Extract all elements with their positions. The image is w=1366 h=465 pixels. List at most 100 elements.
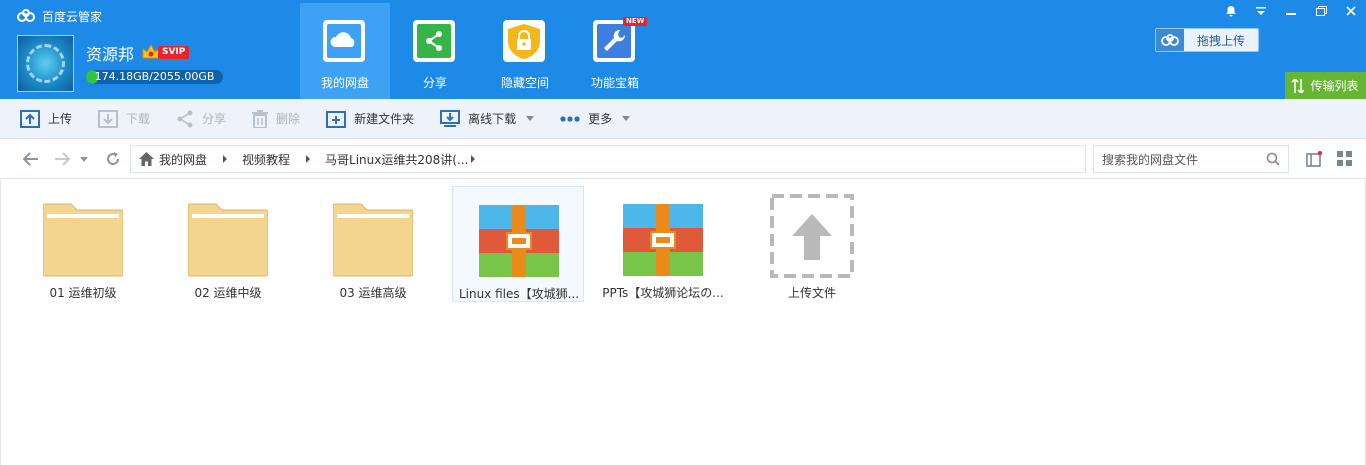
username[interactable]: 资源邦 [86,41,134,65]
grid-view-icon[interactable] [1337,151,1352,166]
breadcrumb-label: 我的网盘 [159,152,208,167]
svip-label: SVIP [158,45,190,59]
app-title: 百度云管家 [42,9,103,24]
breadcrumb-item-current[interactable]: 马哥Linux运维共208讲(... [325,151,476,168]
tab-my-drive[interactable]: 我的网盘 [300,3,390,99]
menu-button[interactable] [1246,0,1276,22]
offline-download-icon [440,109,461,127]
transfer-list-label: 传输列表 [1310,79,1359,93]
vip-badge[interactable]: SVIP [141,43,190,61]
breadcrumb: 我的网盘 视频教程 马哥Linux运维共208讲(... [130,145,1086,173]
search-input[interactable]: 搜索我的网盘文件 [1093,145,1289,173]
breadcrumb-separator[interactable] [306,155,311,163]
new-folder-button[interactable]: 新建文件夹 [326,99,414,139]
upload-arrow-icon [770,194,854,278]
restore-icon [1315,6,1327,16]
cloud-upload-icon [1161,34,1179,46]
folder-icon [188,203,268,277]
chevron-down-icon [622,116,631,121]
lock-icon [503,20,545,62]
share-button[interactable]: 分享 [176,99,226,139]
breadcrumb-label: 马哥Linux运维共208讲(... [325,152,469,167]
new-folder-label: 新建文件夹 [354,112,415,126]
notification-button[interactable] [1216,0,1246,22]
share-icon [177,110,193,127]
tab-hidden-space[interactable]: 隐藏空间 [480,3,570,99]
drag-upload-label: 拖拽上传 [1196,33,1245,48]
address-bar: 我的网盘 视频教程 马哥Linux运维共208讲(... 搜索我的网盘文件 [0,139,1366,179]
tab-share-label: 分享 [422,76,447,90]
restore-button[interactable] [1306,0,1336,22]
file-name: 01 运维初级 [49,286,117,300]
download-button[interactable]: 下载 [98,99,150,139]
tab-share[interactable]: 分享 [390,3,480,99]
download-label: 下载 [126,112,151,126]
delete-label: 删除 [276,112,301,126]
quota-text: 174.18GB/2055.00GB [94,70,215,83]
breadcrumb-separator[interactable] [223,155,228,163]
more-dots-icon [560,115,580,122]
archive-item[interactable]: Linux files【攻城狮... [452,186,584,302]
search-icon[interactable] [1266,152,1280,166]
refresh-icon [107,152,120,165]
cloud-drive-icon [323,20,365,62]
more-label: 更多 [588,112,613,126]
tab-toolbox[interactable]: NEW 功能宝箱 [570,3,660,99]
arrow-left-icon [23,152,38,166]
breadcrumb-item-videos[interactable]: 视频教程 [242,151,325,168]
toolbar: 上传 下载 分享 删除 新建文件夹 离线下载 更多 [0,99,1366,139]
search-placeholder: 搜索我的网盘文件 [1102,152,1199,167]
delete-button[interactable]: 删除 [252,99,300,139]
forward-button[interactable] [53,151,71,167]
close-button[interactable] [1336,0,1366,22]
bell-icon [1226,5,1236,16]
tab-toolbox-label: 功能宝箱 [590,76,639,90]
chevron-down-icon [526,116,535,121]
baidu-cloud-logo-icon [17,9,35,22]
folder-item[interactable]: 02 运维中级 [162,186,294,302]
archive-item[interactable]: PPTs【攻城狮论坛の... [597,186,729,302]
file-grid: 01 运维初级 02 运维中级 03 运维高级 Linux files【攻城狮.… [0,180,1366,465]
offline-download-button[interactable]: 离线下载 [440,99,535,139]
tab-my-drive-label: 我的网盘 [320,76,369,90]
layout-toggle-icon[interactable] [1306,151,1322,167]
breadcrumb-label: 视频教程 [242,152,291,167]
chevron-down-icon [80,156,88,162]
minimize-icon [1286,13,1296,15]
more-button[interactable]: 更多 [560,99,631,139]
breadcrumb-item-my-drive[interactable]: 我的网盘 [159,151,242,168]
quota-bar: 174.18GB/2055.00GB [86,70,223,84]
file-name: 03 运维高级 [339,286,407,300]
new-badge: NEW [623,17,648,26]
breadcrumb-separator[interactable] [471,155,476,163]
download-icon [98,109,119,128]
history-dropdown[interactable] [78,151,90,167]
close-icon [1346,6,1356,16]
archive-icon [479,205,559,277]
upload-button[interactable]: 上传 [20,99,72,139]
file-name: Linux files【攻城狮... [458,287,580,301]
window-controls [1216,0,1366,22]
app-title-bar: 百度云管家 [16,7,102,25]
home-icon [139,152,154,166]
upload-icon [20,109,40,128]
folder-item[interactable]: 03 运维高级 [307,186,439,302]
refresh-button[interactable] [104,151,122,167]
upload-file-tile[interactable]: 上传文件 [746,186,878,302]
menu-down-icon [1256,6,1266,15]
minimize-button[interactable] [1276,0,1306,22]
back-button[interactable] [22,151,40,167]
folder-item[interactable]: 01 运维初级 [17,186,149,302]
file-name: 02 运维中级 [194,286,262,300]
main-nav: 我的网盘 分享 隐藏空间 NEW 功能宝箱 [300,3,660,99]
avatar[interactable] [17,35,74,92]
share-icon [413,20,455,62]
upload-label: 上传 [48,112,73,126]
app-header: 百度云管家 资源邦 SVIP 174.18GB/2055.00GB 我的网盘 分… [0,0,1366,99]
upload-file-label: 上传文件 [787,286,836,300]
archive-icon [623,204,703,276]
arrow-right-icon [55,152,70,166]
drag-upload-button[interactable]: 拖拽上传 [1155,28,1259,52]
transfer-list-button[interactable]: 传输列表 [1285,72,1366,99]
tab-hidden-space-label: 隐藏空间 [500,76,549,90]
